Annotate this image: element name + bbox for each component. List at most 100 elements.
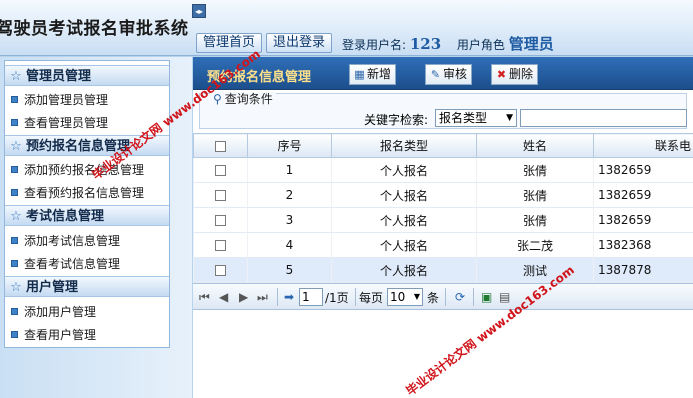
per-page-suffix: 条 [427,291,440,305]
bullet-icon [11,237,18,244]
table-row[interactable]: 5 个人报名 测试 1387878 [193,257,693,283]
bullet-icon [11,119,18,126]
audit-button[interactable]: ✎ 审核 [425,64,473,85]
column-header-name[interactable]: 姓名 [476,133,594,158]
logout-button[interactable]: 退出登录 [266,33,333,53]
login-user-label: 登录用户名: [342,38,407,52]
main-content: 预约报名信息管理 ▦ 新增 ✎ 审核 ✖ 删除 ⚲ 查询条件 关键字检索: 报名类型 ▼… [193,57,693,398]
menu-group-user[interactable]: ☆ 用户管理 [5,276,169,297]
collapse-toggle-icon[interactable]: ◂▸ [192,4,206,18]
search-panel: ⚲ 查询条件 关键字检索: 报名类型 ▼ [199,92,687,129]
cell-name: 测试 [476,257,594,283]
edit-icon: ✎ [430,68,441,81]
app-title: 驾驶员考试报名审批系统 [0,19,189,39]
menu-group-admin[interactable]: ☆ 管理员管理 [5,65,169,86]
bullet-icon [11,331,18,338]
row-checkbox[interactable] [215,265,226,276]
cell-no: 4 [247,232,332,258]
chevron-down-icon: ▼ [413,292,420,301]
table-row[interactable]: 4 个人报名 张二茂 1382368 [193,232,693,258]
table-row[interactable]: 2 个人报名 张倩 1382659 [193,182,693,208]
menu-item-add-user[interactable]: 添加用户管理 [9,302,96,322]
sidebar-menu: ☆ 管理员管理 添加管理员管理 查看管理员管理 ☆ 预约报名信息管理 添加预约报… [4,60,170,348]
row-checkbox[interactable] [215,240,226,251]
menu-item-view-admin[interactable]: 查看管理员管理 [9,113,108,133]
cell-no: 1 [247,157,332,183]
cell-type: 个人报名 [331,182,477,208]
select-all-checkbox[interactable] [215,140,226,152]
pager-divider [473,288,474,306]
cell-phone: 1382659 [593,157,693,183]
prev-page-icon[interactable]: ◀ [219,290,228,304]
pager-divider [355,288,356,306]
excel-export-icon[interactable]: ▣ [481,290,492,304]
menu-item-view-booking[interactable]: 查看预约报名信息管理 [9,183,144,203]
login-user-value: 123 [409,35,442,53]
star-icon: ☆ [10,209,22,224]
new-record-icon: ▦ [354,68,365,81]
pagination-bar: ⏮ ◀ ▶ ⏭ ➡ /1页 每页 10 ▼ 条 ⟳ ▣ ▤ [193,283,693,310]
cell-type: 个人报名 [331,207,477,233]
column-header-phone[interactable]: 联系电 [593,133,693,158]
bullet-icon [11,189,18,196]
keyword-field-select[interactable]: 报名类型 ▼ [435,109,517,127]
page-total-text: /1页 [325,291,349,305]
cell-no: 5 [247,257,332,283]
cell-phone: 1382368 [593,232,693,258]
add-button[interactable]: ▦ 新增 [349,64,397,85]
select-all-header[interactable] [193,133,248,158]
star-icon: ☆ [10,69,22,84]
menu-item-add-admin[interactable]: 添加管理员管理 [9,90,108,110]
user-role-label: 用户角色 [456,38,505,52]
cell-name: 张倩 [476,207,594,233]
booking-table: 序号 报名类型 姓名 联系电 1 个人报名 张倩 1382659 2 个人报名 … [193,133,693,283]
last-page-icon[interactable]: ⏭ [257,290,268,304]
page-number-input[interactable] [299,288,323,306]
per-page-label: 每页 [359,291,384,305]
menu-item-add-exam[interactable]: 添加考试信息管理 [9,231,120,251]
cell-name: 张倩 [476,182,594,208]
first-page-icon[interactable]: ⏮ [199,290,210,304]
sidebar: ☆ 管理员管理 添加管理员管理 查看管理员管理 ☆ 预约报名信息管理 添加预约报… [0,57,192,398]
search-legend: ⚲ 查询条件 [210,92,276,106]
row-checkbox[interactable] [215,215,226,226]
cell-phone: 1382659 [593,182,693,208]
app-header: 驾驶员考试报名审批系统 ◂▸ 管理首页 退出登录 登录用户名: 123 用户角色… [0,0,693,56]
document-icon[interactable]: ▤ [499,290,510,304]
bullet-icon [11,260,18,267]
keyword-label: 关键字检索: [364,113,429,127]
pager-divider [277,288,278,306]
next-page-icon[interactable]: ▶ [239,290,248,304]
cell-type: 个人报名 [331,257,477,283]
refresh-icon[interactable]: ⟳ [455,290,465,304]
cell-no: 3 [247,207,332,233]
menu-item-add-booking[interactable]: 添加预约报名信息管理 [9,160,144,180]
bullet-icon [11,96,18,103]
cell-phone: 1382659 [593,207,693,233]
go-page-icon[interactable]: ➡ [284,290,294,304]
cell-type: 个人报名 [331,157,477,183]
module-title-bar: 预约报名信息管理 ▦ 新增 ✎ 审核 ✖ 删除 [193,57,693,90]
keyword-input[interactable] [520,109,687,127]
cell-no: 2 [247,182,332,208]
table-header-row: 序号 报名类型 姓名 联系电 [193,133,693,158]
bullet-icon [11,166,18,173]
column-header-no[interactable]: 序号 [247,133,332,158]
delete-button[interactable]: ✖ 删除 [491,64,539,85]
menu-item-view-exam[interactable]: 查看考试信息管理 [9,254,120,274]
menu-item-view-user[interactable]: 查看用户管理 [9,325,96,345]
cell-name: 张倩 [476,157,594,183]
table-row[interactable]: 3 个人报名 张倩 1382659 [193,207,693,233]
cell-phone: 1387878 [593,257,693,283]
column-header-type[interactable]: 报名类型 [331,133,477,158]
star-icon: ☆ [10,139,22,154]
table-row[interactable]: 1 个人报名 张倩 1382659 [193,157,693,183]
per-page-select[interactable]: 10 ▼ [387,288,423,306]
row-checkbox[interactable] [215,190,226,201]
menu-group-exam[interactable]: ☆ 考试信息管理 [5,205,169,226]
pager-divider [445,288,446,306]
cell-type: 个人报名 [331,232,477,258]
row-checkbox[interactable] [215,165,226,176]
user-role-value: 管理员 [508,35,554,53]
user-info: 登录用户名: 123 用户角色 管理员 [342,33,554,55]
